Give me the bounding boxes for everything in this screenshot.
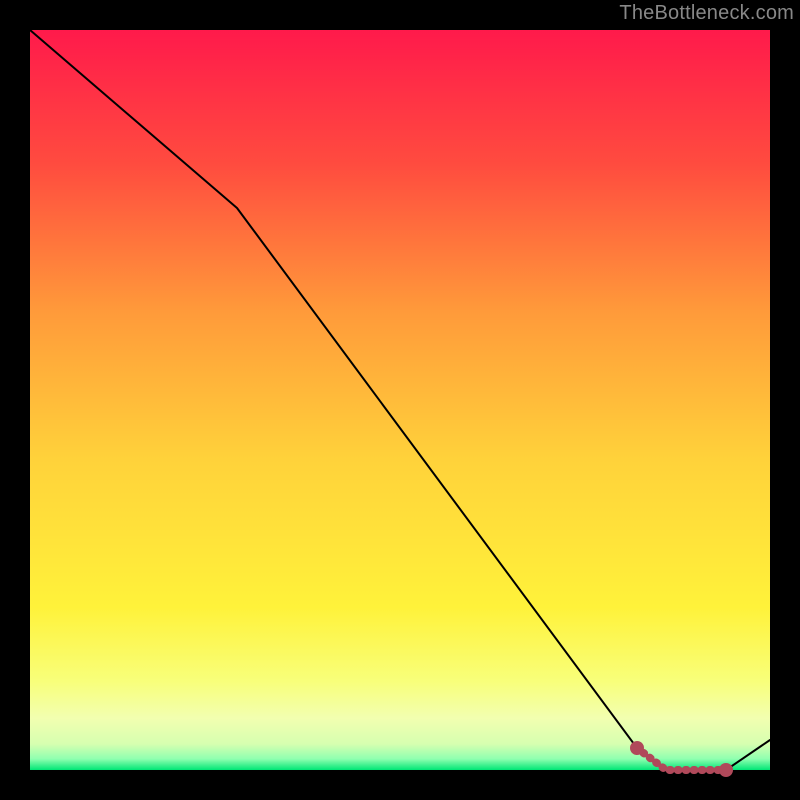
bottleneck-chart bbox=[0, 0, 800, 800]
chart-heat-background bbox=[30, 30, 770, 770]
chart-container: TheBottleneck.com bbox=[0, 0, 800, 800]
highlight-point-end bbox=[719, 763, 733, 777]
highlight-point-start bbox=[630, 741, 644, 755]
watermark-text: TheBottleneck.com bbox=[619, 2, 794, 25]
